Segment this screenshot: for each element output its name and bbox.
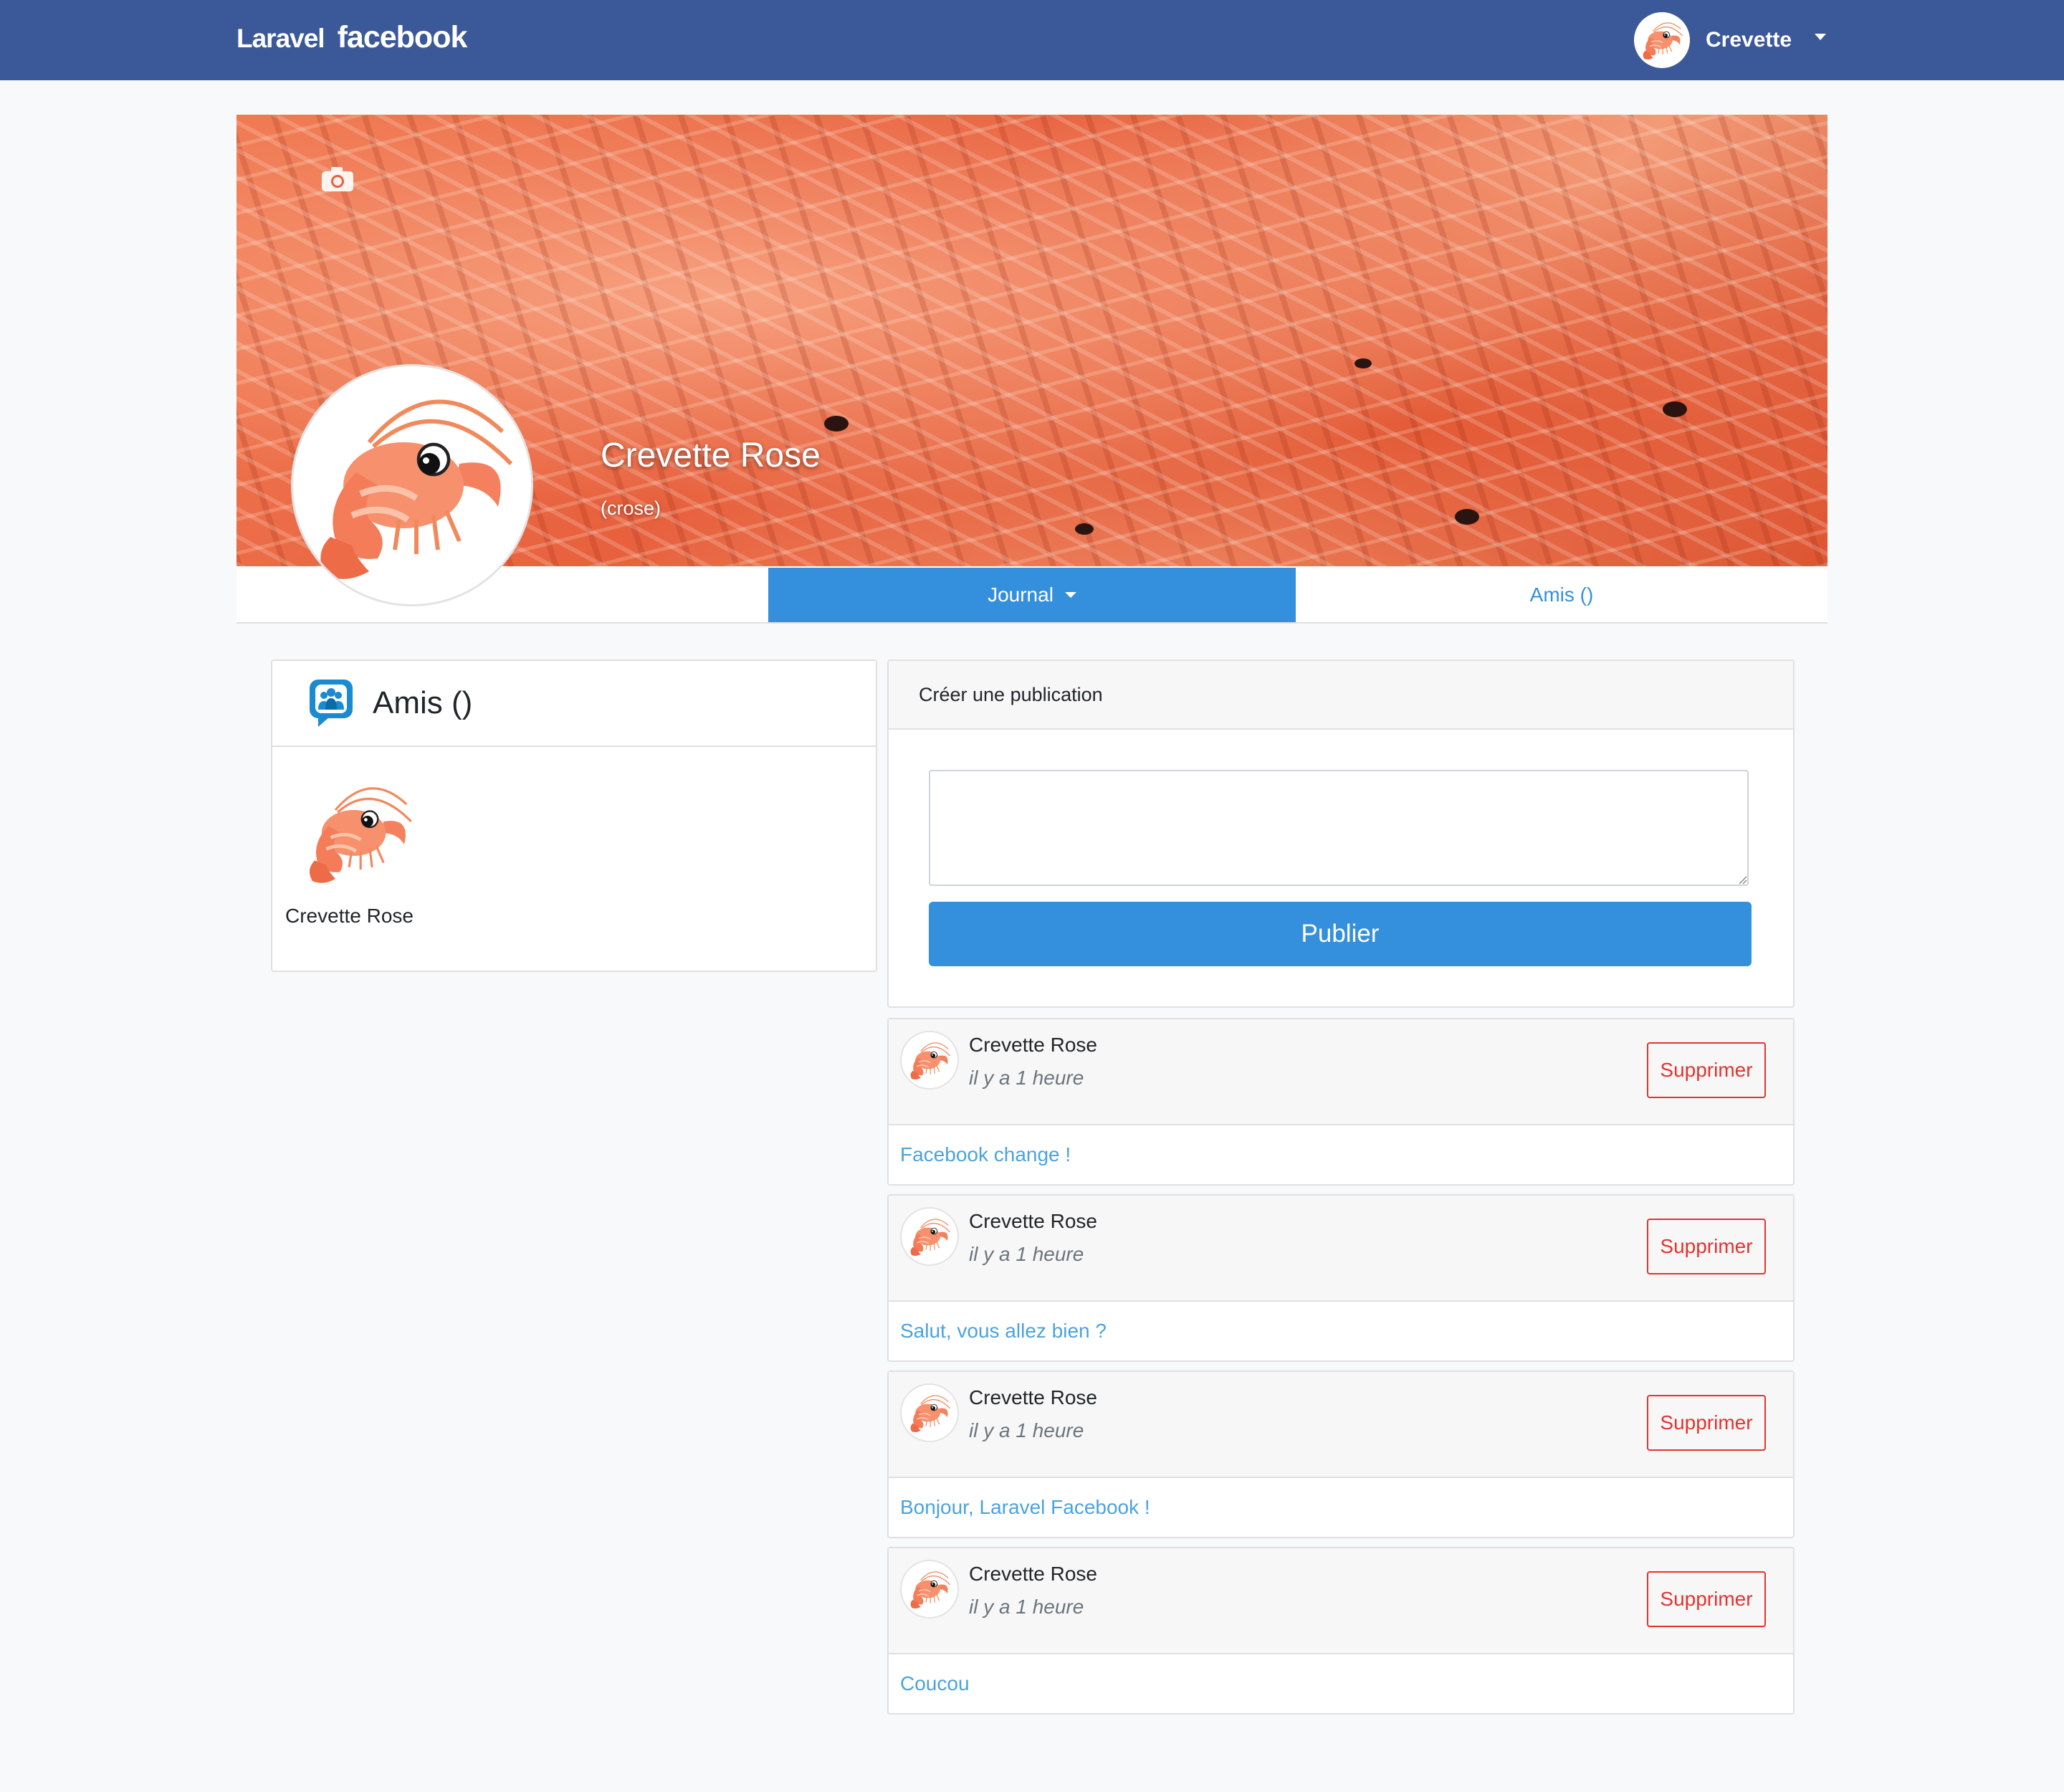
friends-card-title: Amis () [373, 685, 473, 720]
top-navbar: Laravel facebook Crevette [0, 0, 2064, 80]
brand-logo[interactable]: Laravel facebook [236, 20, 467, 60]
post-timestamp: il y a 1 heure [969, 1419, 1084, 1441]
post-timestamp: il y a 1 heure [969, 1243, 1084, 1265]
shrimp-icon [1640, 18, 1684, 62]
post-header: Crevette Rose il y a 1 heure Supprimer [889, 1196, 1793, 1302]
profile-avatar[interactable] [291, 364, 533, 606]
post-header: Crevette Rose il y a 1 heure Supprimer [889, 1372, 1793, 1478]
delete-post-button[interactable]: Supprimer [1647, 1395, 1766, 1451]
delete-post-button[interactable]: Supprimer [1647, 1042, 1766, 1098]
create-post-card: Créer une publication Publier [887, 659, 1795, 1008]
user-avatar [1634, 12, 1690, 68]
cover-texture-dot [1663, 401, 1687, 417]
cover-texture-dot [1075, 523, 1094, 535]
user-menu-dropdown[interactable]: Crevette [1634, 11, 1827, 69]
profile-handle: (crose) [601, 497, 661, 519]
cover-texture-dot [1354, 358, 1372, 368]
post-card: Crevette Rose il y a 1 heure Supprimer S… [887, 1194, 1795, 1362]
chevron-down-icon [1815, 33, 1827, 40]
create-post-header: Créer une publication [889, 661, 1793, 730]
tab-journal-label: Journal [988, 583, 1054, 606]
friend-name[interactable]: Crevette Rose [285, 905, 414, 928]
post-author[interactable]: Crevette Rose [969, 1386, 1097, 1409]
post-card: Crevette Rose il y a 1 heure Supprimer C… [887, 1547, 1795, 1715]
delete-post-button[interactable]: Supprimer [1647, 1571, 1766, 1627]
delete-post-button[interactable]: Supprimer [1647, 1219, 1766, 1274]
post-timestamp: il y a 1 heure [969, 1596, 1084, 1618]
nav-username: Crevette [1706, 28, 1792, 52]
shrimp-icon [305, 378, 520, 593]
tab-friends[interactable]: Amis () [1296, 568, 1828, 622]
cover-texture-dot [1455, 509, 1479, 525]
post-content: Facebook change ! [900, 1143, 1071, 1166]
shrimp-icon [907, 1214, 952, 1259]
publish-button[interactable]: Publier [929, 902, 1752, 966]
post-header: Crevette Rose il y a 1 heure Supprimer [889, 1019, 1793, 1125]
tab-journal[interactable]: Journal [768, 568, 1296, 622]
post-author-avatar[interactable] [900, 1560, 959, 1619]
post-author[interactable]: Crevette Rose [969, 1210, 1097, 1233]
friends-chat-icon [310, 680, 353, 727]
friends-card: Amis () Crevette Rose [271, 659, 877, 972]
post-header: Crevette Rose il y a 1 heure Supprimer [889, 1548, 1793, 1654]
shrimp-icon [907, 1391, 952, 1435]
post-author-avatar[interactable] [900, 1383, 959, 1442]
post-author-avatar[interactable] [900, 1031, 959, 1090]
post-author-avatar[interactable] [900, 1207, 959, 1266]
profile-name: Crevette Rose [601, 437, 821, 475]
friends-card-header: Amis () [272, 661, 876, 747]
cover-texture-dot [824, 416, 849, 432]
tab-friends-label: Amis () [1529, 583, 1594, 606]
friend-avatar[interactable] [294, 776, 423, 890]
brand-text-laravel: Laravel [236, 24, 325, 53]
resize-handle-icon[interactable] [1737, 874, 1747, 885]
post-content: Salut, vous allez bien ? [900, 1320, 1107, 1342]
post-card: Crevette Rose il y a 1 heure Supprimer B… [887, 1371, 1795, 1538]
shrimp-icon [907, 1038, 952, 1082]
post-author[interactable]: Crevette Rose [969, 1563, 1097, 1586]
post-timestamp: il y a 1 heure [969, 1067, 1084, 1089]
post-textarea[interactable] [929, 770, 1749, 886]
shrimp-icon [294, 776, 423, 890]
post-content: Bonjour, Laravel Facebook ! [900, 1496, 1150, 1518]
chevron-down-icon [1064, 592, 1076, 598]
post-content: Coucou [900, 1672, 970, 1695]
brand-text-facebook: facebook [337, 20, 468, 54]
camera-icon[interactable] [321, 166, 354, 192]
post-card: Crevette Rose il y a 1 heure Supprimer F… [887, 1018, 1795, 1186]
post-author[interactable]: Crevette Rose [969, 1034, 1097, 1057]
shrimp-icon [907, 1567, 952, 1611]
